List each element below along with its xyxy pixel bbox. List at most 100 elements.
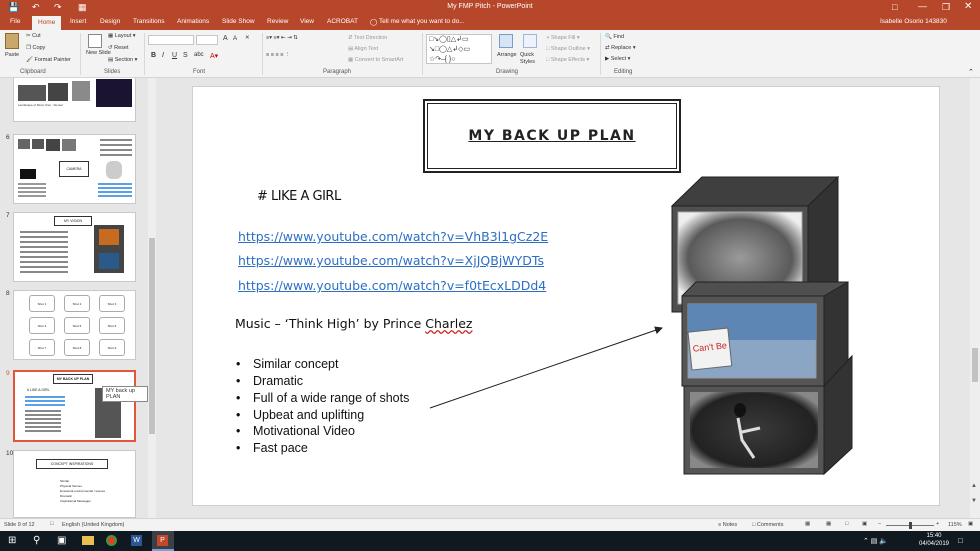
normal-view-icon[interactable]: ▦ <box>805 521 810 527</box>
collapse-ribbon-icon[interactable]: ⌃ <box>968 68 974 76</box>
tab-animations[interactable]: Animations <box>177 18 209 25</box>
minimize-icon[interactable]: — <box>918 1 927 11</box>
maximize-icon[interactable]: ❐ <box>942 2 950 13</box>
section-button[interactable]: ▤ Section ▾ <box>108 57 137 63</box>
thumb-text: # LIKE A GIRL <box>27 388 50 392</box>
quick-styles-icon[interactable] <box>523 34 537 48</box>
chrome-icon[interactable] <box>106 535 117 546</box>
arrange-button[interactable]: Arrange <box>497 52 517 58</box>
thumb-bullet-list: Similar Physical themes Emotional enviro… <box>60 479 105 504</box>
copy-button[interactable]: ❐ Copy <box>26 45 45 51</box>
shape-outline-button[interactable]: □ Shape Outline ▾ <box>546 46 590 52</box>
font-name-box[interactable] <box>148 35 194 45</box>
format-painter-button[interactable]: 🖌 Format Painter <box>26 57 71 63</box>
find-button[interactable]: 🔍 Find <box>605 34 624 40</box>
arrow-connector[interactable] <box>429 326 663 409</box>
reading-view-icon[interactable]: □ <box>845 521 848 527</box>
slide-thumbnail-6[interactable]: CAMERA <box>13 134 136 204</box>
tab-file[interactable]: File <box>10 18 20 25</box>
notifications-icon[interactable]: □ <box>958 536 963 545</box>
windows-start-icon[interactable]: ⊞ <box>8 535 16 546</box>
close-icon[interactable]: ✕ <box>964 1 972 12</box>
spelling-icon[interactable]: □ <box>50 521 53 527</box>
previous-slide-icon[interactable]: ▲ <box>971 483 977 489</box>
next-slide-icon[interactable]: ▼ <box>971 498 977 504</box>
clipboard-group-label: Clipboard <box>20 69 46 75</box>
tab-home[interactable]: Home <box>32 16 62 30</box>
slide-sorter-icon[interactable]: ▦ <box>826 521 831 527</box>
quick-styles-button[interactable]: Quick Styles <box>520 52 542 66</box>
zoom-in-icon[interactable]: + <box>936 521 939 527</box>
bullets-icon[interactable]: ≡▾ ≡▾ ⇤ ⇥ ⇅ <box>266 35 298 41</box>
tab-view[interactable]: View <box>300 18 314 25</box>
shrink-font-button[interactable]: A <box>233 36 237 42</box>
font-size-box[interactable] <box>196 35 218 45</box>
strikethrough-button[interactable]: S <box>183 52 188 59</box>
bold-button[interactable]: B <box>151 52 156 59</box>
zoom-level[interactable]: 115% <box>948 522 962 528</box>
replace-button[interactable]: ⇄ Replace ▾ <box>605 45 636 51</box>
text-direction-button[interactable]: ⇵ Text Direction <box>348 35 387 41</box>
slide-thumbnail-8[interactable]: Shot 1 Shot 2 Shot 3 Shot 4 Shot 5 Shot … <box>13 290 136 360</box>
tray-icons[interactable]: ⌃ ▤ 🔈 <box>863 537 888 545</box>
fit-slide-icon[interactable]: ▣ <box>968 521 973 527</box>
tell-me-box[interactable]: Tell me what you want to do... <box>379 18 465 25</box>
smartart-button[interactable]: ▦ Convert to SmartArt <box>348 57 403 63</box>
editor-scrollbar[interactable]: ▲ ▼ <box>970 78 980 518</box>
user-name[interactable]: Isabelle Osorio 143830 <box>880 18 947 25</box>
font-color-icon[interactable]: A▾ <box>210 52 218 60</box>
layout-button[interactable]: ▦ Layout ▾ <box>108 33 136 39</box>
reset-button[interactable]: ↺ Reset <box>108 45 129 51</box>
tab-insert[interactable]: Insert <box>70 18 86 25</box>
thumb-number: 8 <box>6 290 10 297</box>
underline-button[interactable]: U <box>172 52 177 59</box>
tab-transitions[interactable]: Transitions <box>133 18 165 25</box>
music-text: Music – ‘Think High’ by Prince <box>235 316 426 331</box>
arrange-icon[interactable] <box>499 34 513 48</box>
slide-thumbnail-5[interactable]: Landscape of Moon Kiss - Sunset <box>13 78 136 122</box>
clock-time[interactable]: 15:40 <box>918 533 950 539</box>
slide-thumbnail-10[interactable]: CONCEPT INSPIRATIONS Similar Physical th… <box>13 450 136 518</box>
paste-icon[interactable] <box>5 33 19 49</box>
tab-design[interactable]: Design <box>100 18 120 25</box>
new-slide-icon[interactable] <box>88 34 102 48</box>
task-view-icon[interactable]: ▣ <box>57 535 66 546</box>
grow-font-button[interactable]: A <box>223 35 228 42</box>
italic-button[interactable]: I <box>162 52 164 59</box>
zoom-out-icon[interactable]: − <box>878 521 881 527</box>
align-text-button[interactable]: ▤ Align Text <box>348 46 378 52</box>
select-button[interactable]: ▶ Select ▾ <box>605 56 630 62</box>
file-explorer-icon[interactable] <box>82 536 94 545</box>
slide-thumbnail-9[interactable]: MY BACK UP PLAN # LIKE A GIRL <box>13 370 136 442</box>
slide-title-box[interactable]: MY BACK UP PLAN <box>423 99 681 173</box>
thumbnails-scrollbar[interactable] <box>148 78 156 518</box>
thumb-image <box>99 229 119 245</box>
clear-format-icon[interactable]: ✕ <box>245 35 250 41</box>
search-icon[interactable]: ⚲ <box>33 535 40 546</box>
word-icon[interactable]: W <box>131 535 142 546</box>
zoom-slider-thumb[interactable] <box>909 522 912 529</box>
ribbon-display-icon[interactable]: □ <box>892 2 897 12</box>
shadow-button[interactable]: abc <box>194 52 204 58</box>
shape-fill-button[interactable]: ◑ Shape Fill ▾ <box>546 35 580 41</box>
slideshow-view-icon[interactable]: ▣ <box>862 521 867 527</box>
slide-thumbnail-7[interactable]: MY VISION <box>13 212 136 282</box>
cut-button[interactable]: ✂ Cut <box>26 33 41 39</box>
picture-box-2[interactable]: Can't Be <box>681 281 849 387</box>
tab-review[interactable]: Review <box>267 18 288 25</box>
editor-scroll-thumb[interactable] <box>972 348 978 382</box>
thumb-box: MY BACK UP PLAN <box>53 374 93 384</box>
thumbnails-scroll-thumb[interactable] <box>149 238 155 434</box>
tab-acrobat[interactable]: ACROBAT <box>327 18 358 25</box>
clock-date[interactable]: 04/04/2019 <box>918 541 950 547</box>
language-label[interactable]: English (United Kingdom) <box>62 522 124 528</box>
thumb-cell: Shot 1 <box>29 295 55 312</box>
paste-button[interactable]: Paste <box>5 52 19 58</box>
powerpoint-taskbar-button[interactable]: P <box>152 531 174 551</box>
shapes-gallery[interactable]: □↘◯▯△↲▭ ↘□◯△↲◇▭ ☆↷⎯{ }○ <box>426 34 492 64</box>
tab-slide-show[interactable]: Slide Show <box>222 18 255 25</box>
notes-button[interactable]: ≡ Notes <box>718 522 737 528</box>
align-icons[interactable]: ≡ ≡ ≡ ≡ ⋮ <box>266 52 290 58</box>
comments-button[interactable]: □ Comments <box>752 522 783 528</box>
shape-effects-button[interactable]: □ Shape Effects ▾ <box>546 57 589 63</box>
